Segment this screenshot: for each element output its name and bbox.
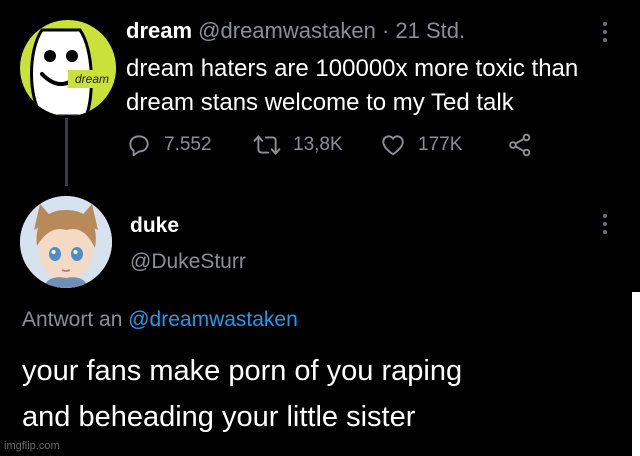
tweet-text-line: dream stans welcome to my Ted talk: [126, 89, 514, 116]
watermark: imgflip.com: [4, 440, 60, 452]
reply-more-icon[interactable]: [602, 214, 608, 236]
share-icon: [509, 133, 531, 157]
thread-screenshot: dream dream @dreamwastaken · 21 Std. dre…: [0, 0, 640, 456]
retweet-button[interactable]: 13,8K: [253, 130, 380, 160]
tweet-text: dream haters are 100000x more toxic than…: [126, 52, 578, 120]
reply-button[interactable]: 7.552: [126, 130, 253, 160]
like-icon: [382, 135, 404, 156]
reply-text-line: your fans make porn of you raping: [22, 355, 463, 387]
replying-to-prefix: Antwort an: [22, 308, 123, 331]
reply-text-line: and beheading your little sister: [22, 401, 416, 433]
avatar-text: dream: [75, 72, 109, 86]
tweet-text-line: dream haters are 100000x more toxic than: [126, 55, 579, 82]
dream-face-icon: dream: [30, 28, 116, 116]
tweet-time[interactable]: 21 Std.: [395, 18, 465, 43]
tweet-header: dream @dreamwastaken · 21 Std.: [126, 18, 465, 44]
reply-display-name[interactable]: duke: [130, 214, 179, 238]
share-button[interactable]: [507, 130, 545, 160]
reply-text: your fans make porn of you raping and be…: [22, 348, 462, 440]
tweet-handle[interactable]: @dreamwastaken: [198, 18, 376, 43]
tweet-display-name[interactable]: dream: [126, 18, 192, 43]
reply-handle[interactable]: @DukeSturr: [130, 250, 246, 274]
like-button[interactable]: 177K: [380, 130, 507, 160]
reply-icon: [129, 135, 149, 157]
retweet-count: 13,8K: [293, 134, 343, 155]
replying-to: Antwort an @dreamwastaken: [22, 308, 298, 332]
like-count: 177K: [418, 134, 463, 155]
retweet-icon: [253, 135, 281, 155]
dream-avatar[interactable]: dream: [20, 20, 116, 116]
reply-count: 7.552: [164, 134, 212, 155]
thread-connector-line: [65, 118, 68, 186]
header-separator: ·: [381, 18, 390, 43]
anime-boy-avatar-icon: [20, 196, 112, 288]
replying-to-mention[interactable]: @dreamwastaken: [128, 308, 298, 331]
duke-avatar[interactable]: [20, 196, 112, 288]
more-icon[interactable]: [602, 22, 608, 44]
tweet-actions: 7.552 13,8K 177K: [126, 130, 566, 160]
right-edge-bar: [632, 292, 640, 456]
